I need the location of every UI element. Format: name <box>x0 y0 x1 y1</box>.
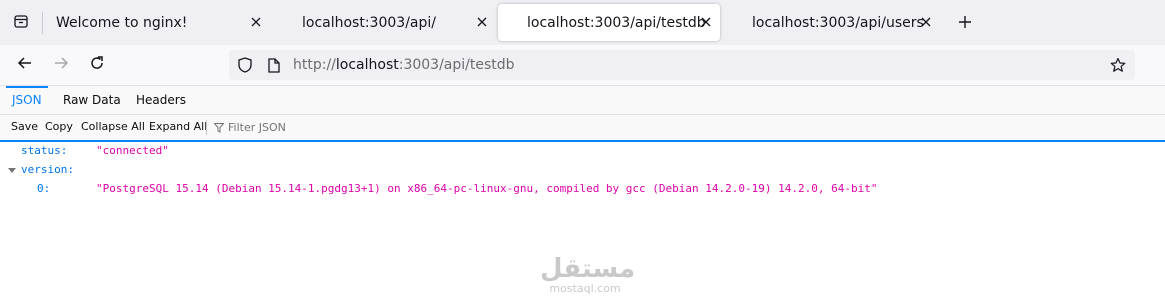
tab-title: localhost:3003/api/ <box>302 14 436 31</box>
tab-overview-button[interactable] <box>0 0 42 45</box>
close-icon[interactable] <box>698 14 714 30</box>
json-key: version: <box>21 163 74 176</box>
star-icon[interactable] <box>1110 57 1126 73</box>
tab-api[interactable]: localhost:3003/api/ <box>290 4 496 41</box>
tab-overview-icon <box>13 13 29 33</box>
reload-icon <box>89 55 105 75</box>
json-key: 0: <box>37 182 51 195</box>
json-value-version-0: "PostgreSQL 15.14 (Debian 15.14-1.pgdg13… <box>96 180 877 198</box>
tab-headers-label: Headers <box>136 93 186 107</box>
tab-title: localhost:3003/api/testdb <box>527 14 706 31</box>
json-toolbar: Save Copy Collapse All Expand All <box>0 115 1165 142</box>
copy-button[interactable]: Copy <box>45 120 73 133</box>
tab-testdb[interactable]: localhost:3003/api/testdb <box>498 4 720 41</box>
close-icon[interactable] <box>918 14 934 30</box>
collapse-all-button[interactable]: Collapse All <box>81 120 145 133</box>
watermark-logo: مستقل mostaql.com <box>540 254 636 295</box>
filter-box <box>213 118 388 137</box>
watermark-main: مستقل <box>540 254 636 284</box>
close-icon[interactable] <box>474 14 490 30</box>
url-host: localhost <box>335 57 399 73</box>
url-text[interactable]: http://localhost:3003/api/testdb <box>293 57 515 73</box>
url-path: :3003/api/testdb <box>398 57 515 73</box>
filter-icon <box>213 118 225 137</box>
watermark-sub: mostaql.com <box>549 282 621 295</box>
back-button[interactable] <box>15 55 35 75</box>
json-row-status[interactable]: status: <box>21 142 67 160</box>
tab-json-label: JSON <box>12 93 42 107</box>
forward-button[interactable] <box>51 55 71 75</box>
expand-twisty-icon[interactable] <box>8 167 16 173</box>
reload-button[interactable] <box>87 55 107 75</box>
tab-nginx[interactable]: Welcome to nginx! <box>44 4 270 41</box>
viewer-tabs: JSON Raw Data Headers <box>0 86 1165 115</box>
new-tab-button[interactable] <box>955 13 975 33</box>
forward-arrow-icon <box>53 55 69 75</box>
page-icon[interactable] <box>266 57 282 73</box>
tab-divider <box>42 12 43 34</box>
tab-users[interactable]: localhost:3003/api/users <box>740 4 940 41</box>
url-scheme: http:// <box>293 57 336 73</box>
tab-raw-data[interactable]: Raw Data <box>63 86 121 114</box>
close-icon[interactable] <box>248 14 264 30</box>
url-bar[interactable]: http://localhost:3003/api/testdb <box>229 50 1135 80</box>
expand-all-button[interactable]: Expand All <box>149 120 207 133</box>
tab-strip: Welcome to nginx! localhost:3003/api/ lo… <box>0 0 1165 45</box>
navigation-bar: http://localhost:3003/api/testdb <box>0 45 1165 86</box>
tab-json[interactable]: JSON <box>6 86 48 114</box>
json-value-status: "connected" <box>96 142 169 160</box>
tab-headers[interactable]: Headers <box>136 86 186 114</box>
toolbar-divider <box>206 120 207 135</box>
save-button[interactable]: Save <box>11 120 38 133</box>
tab-raw-data-label: Raw Data <box>63 93 121 107</box>
json-key: status: <box>21 144 68 157</box>
filter-json-input[interactable] <box>224 121 388 134</box>
json-row-version[interactable]: version: <box>8 161 74 179</box>
shield-icon[interactable] <box>237 57 253 73</box>
tab-title: localhost:3003/api/users <box>752 14 924 31</box>
json-string-value: "PostgreSQL 15.14 (Debian 15.14-1.pgdg13… <box>96 182 878 195</box>
tab-title: Welcome to nginx! <box>56 14 188 31</box>
json-string-value: "connected" <box>96 144 169 157</box>
plus-icon <box>958 14 972 33</box>
json-row-version-0[interactable]: 0: <box>37 180 50 198</box>
back-arrow-icon <box>17 55 33 75</box>
